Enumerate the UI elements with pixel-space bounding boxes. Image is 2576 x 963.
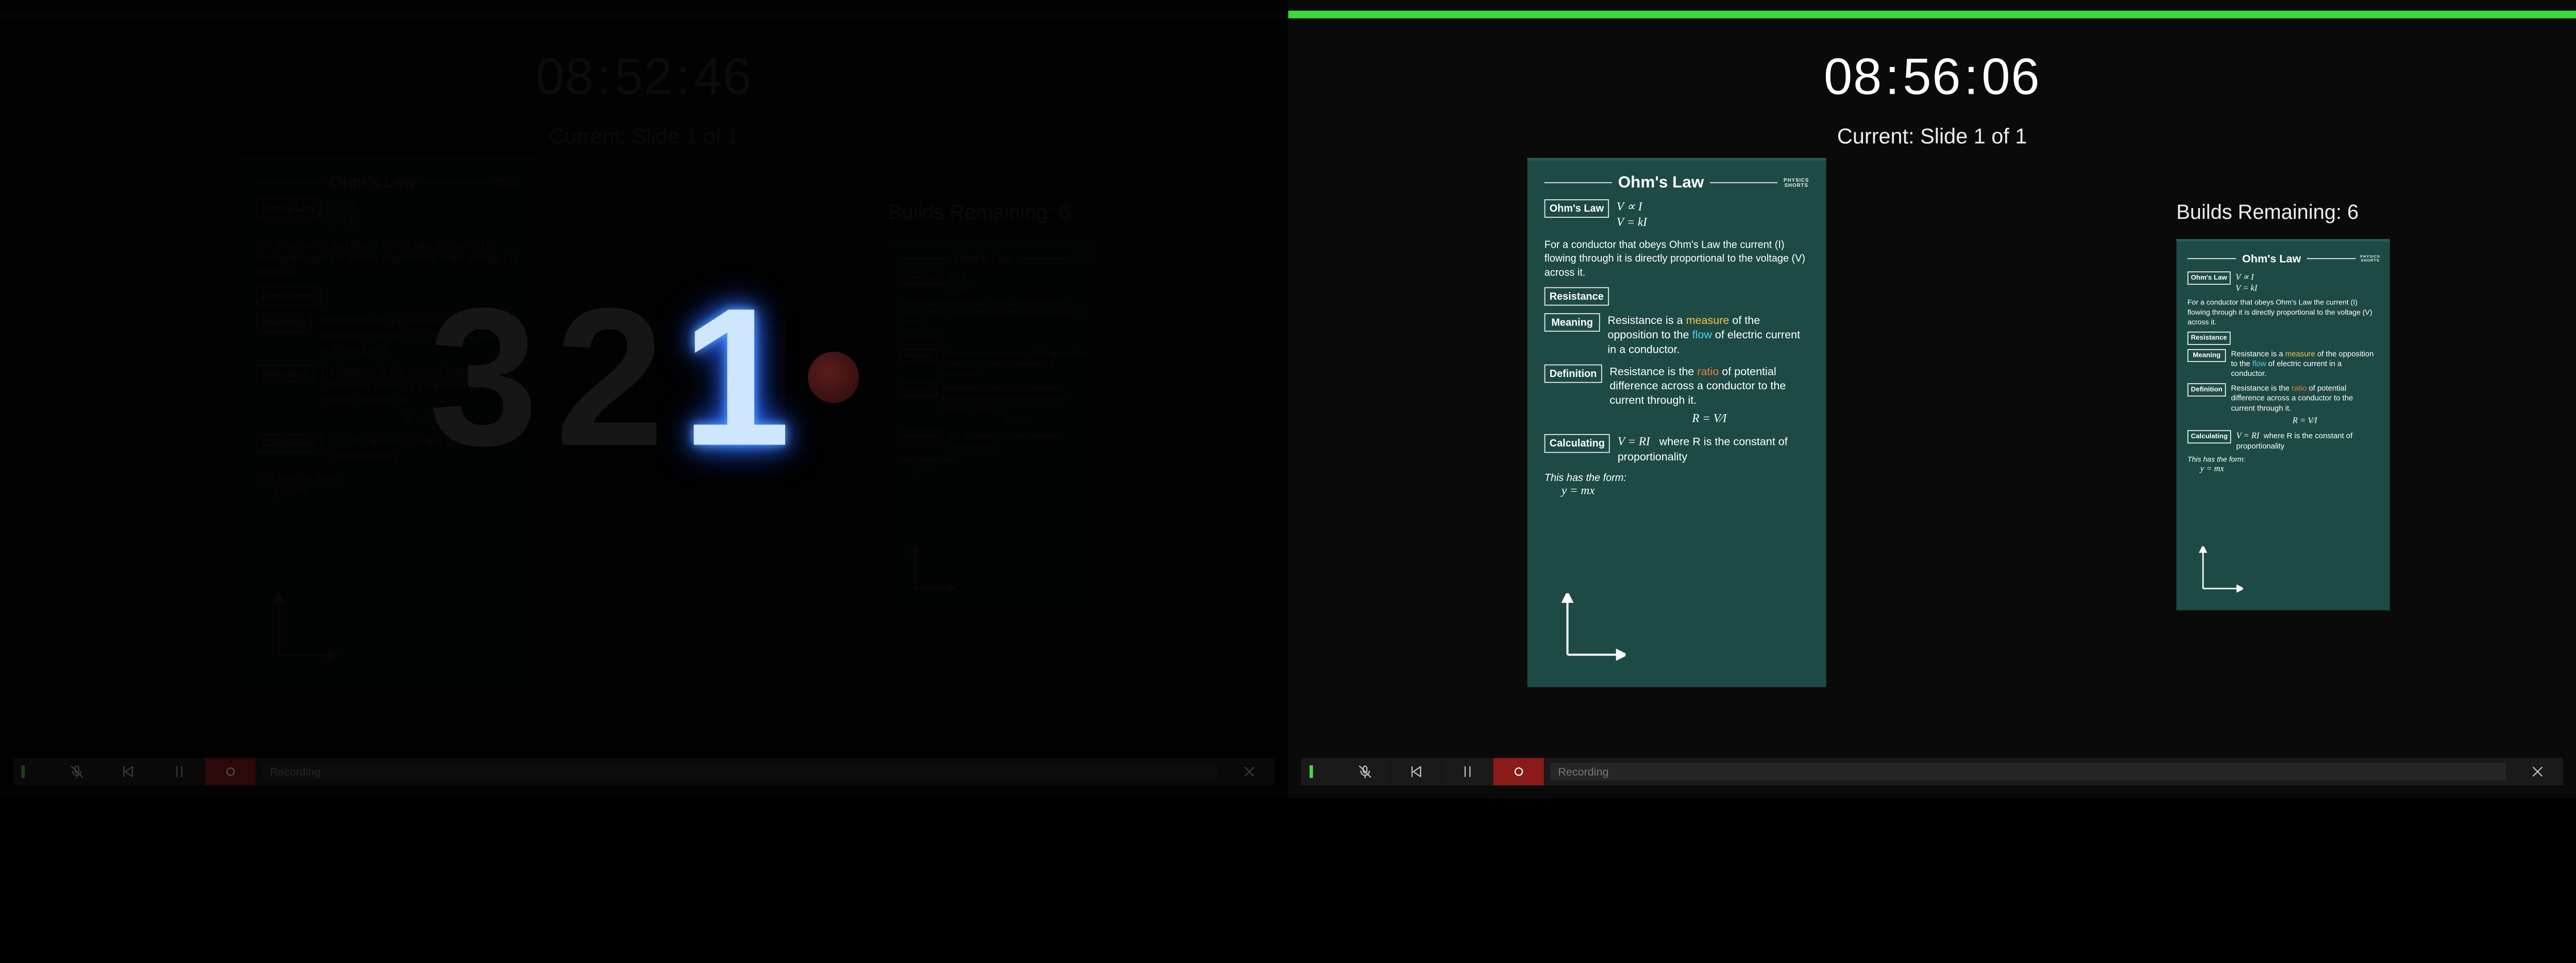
mute-mic-button[interactable] [51, 758, 102, 785]
previous-build-button[interactable] [103, 758, 154, 785]
builds-remaining: Builds Remaining: 6 [888, 201, 1071, 225]
microphone-slash-icon [1358, 764, 1372, 779]
tag-meaning: Meaning [1545, 313, 1600, 332]
clock-hours: 08 [536, 48, 595, 105]
countdown-1: 1 [682, 265, 791, 490]
clock: 08:56:06 [1288, 47, 2576, 106]
slide-title: Ohm's Law [330, 173, 416, 192]
record-icon [223, 764, 238, 779]
close-icon [1242, 764, 1257, 779]
previous-build-button[interactable] [1391, 758, 1442, 785]
graph-axes-icon [908, 546, 955, 593]
recording-countdown: 3 2 1 [0, 265, 1288, 490]
slide-intro: For a conductor that obeys Ohm's Law the… [1545, 238, 1809, 280]
mic-level-indicator [13, 758, 52, 785]
record-dot-icon [808, 352, 859, 403]
clock-minutes: 56 [1903, 48, 1961, 105]
clock: 08:52:46 [0, 47, 1288, 106]
clock-minutes: 52 [615, 48, 673, 105]
mic-level-indicator [1301, 758, 1340, 785]
builds-remaining: Builds Remaining: 6 [2176, 201, 2359, 225]
skip-back-icon [1409, 764, 1423, 779]
progress-bar [1288, 11, 2576, 19]
playback-controls: Recording [1301, 758, 2563, 785]
pause-icon [172, 764, 187, 779]
current-slide-thumbnail[interactable]: Ohm's Law PHYSICS SHORTS Ohm's Law V ∝ I… [1528, 158, 1826, 687]
tag-calculating: Calculating [1545, 434, 1610, 453]
tag-resistance: Resistance [1545, 287, 1609, 306]
progress-bar [0, 11, 1288, 19]
pause-icon [1460, 764, 1475, 779]
exit-presenter-button[interactable] [2512, 758, 2563, 785]
pause-button[interactable] [1442, 758, 1493, 785]
recording-status-field[interactable]: Recording [1550, 763, 2506, 781]
countdown-3: 3 [429, 265, 538, 490]
presenter-pane-left: 08:52:46 Current: Slide 1 of 1 Ohm's Law… [0, 0, 1288, 798]
record-button[interactable] [1493, 758, 1544, 785]
exit-presenter-button[interactable] [1224, 758, 1275, 785]
graph-axes-icon [269, 593, 337, 662]
recording-status-text: Recording [1558, 765, 1608, 779]
next-slide-thumbnail[interactable]: Ohm's Law PHYSICS SHORTS Ohm's Law V ∝ I… [2176, 239, 2389, 610]
countdown-2: 2 [555, 265, 664, 490]
clock-hours: 08 [1824, 48, 1883, 105]
recording-status-text: Recording [270, 765, 320, 779]
recording-status-field[interactable]: Recording [262, 763, 1218, 781]
brand-logo: PHYSICS SHORTS [1784, 174, 1809, 191]
graph-axes-icon [1557, 593, 1626, 662]
clock-seconds: 46 [693, 48, 752, 105]
graph-axes-icon [2196, 546, 2243, 593]
microphone-slash-icon [70, 764, 84, 779]
mute-mic-button[interactable] [1340, 758, 1391, 785]
tag-ohms-law: Ohm's Law [1545, 199, 1609, 218]
tag-ohms-law: Ohm's Law [256, 199, 320, 218]
slide-status: Current: Slide 1 of 1 [1288, 124, 2576, 148]
tag-definition: Definition [1545, 364, 1602, 383]
close-icon [2530, 764, 2545, 779]
playback-controls: Recording [13, 758, 1275, 785]
slide-status: Current: Slide 1 of 1 [0, 124, 1288, 148]
clock-seconds: 06 [1981, 48, 2040, 105]
slide-title: Ohm's Law [1618, 173, 1704, 192]
pause-button[interactable] [154, 758, 205, 785]
record-button[interactable] [205, 758, 256, 785]
skip-back-icon [121, 764, 135, 779]
brand-logo: PHYSICS SHORTS [495, 174, 521, 191]
presenter-pane-right: 08:56:06 Current: Slide 1 of 1 Ohm's Law… [1288, 0, 2576, 798]
record-icon [1511, 764, 1526, 779]
